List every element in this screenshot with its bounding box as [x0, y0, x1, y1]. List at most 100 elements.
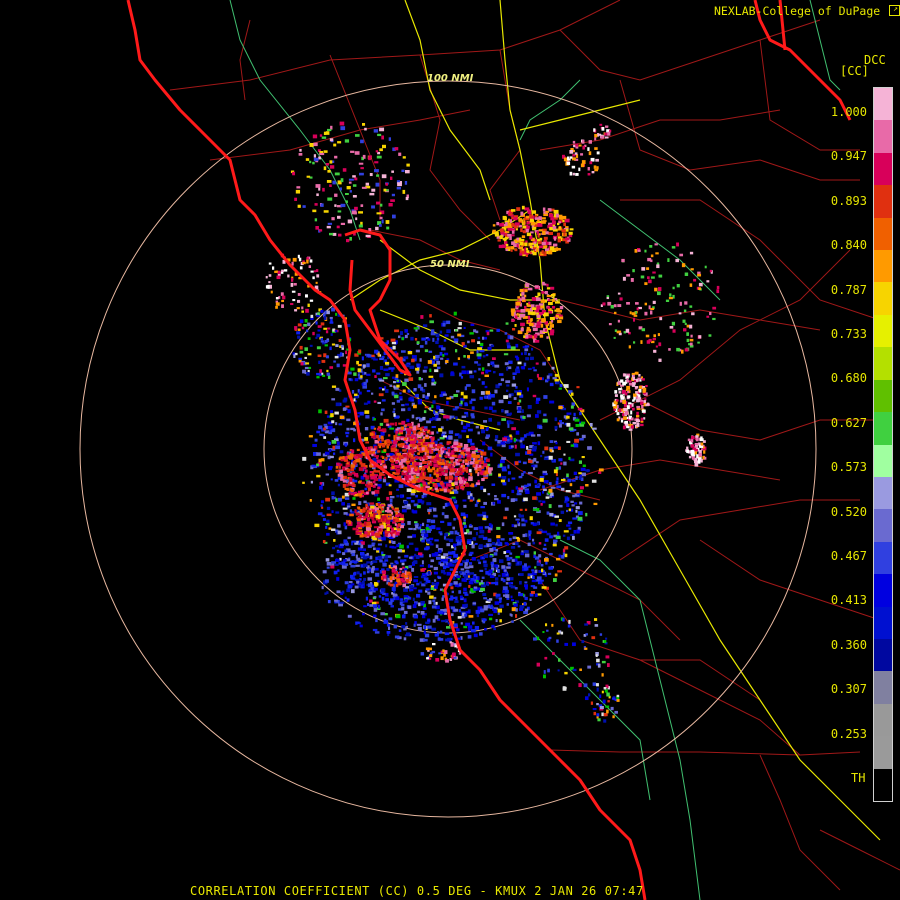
echo-pixel: [487, 538, 492, 543]
echo-pixel: [299, 148, 302, 152]
echo-pixel: [536, 248, 539, 252]
echo-pixel: [333, 360, 336, 363]
echo-pixel: [469, 495, 474, 500]
echo-pixel: [542, 530, 548, 534]
echo-pixel: [556, 557, 561, 561]
echo-pixel: [482, 517, 487, 521]
echo-pixel: [404, 559, 407, 562]
echo-pixel: [684, 322, 687, 326]
echo-pixel: [686, 338, 690, 343]
echo-pixel: [346, 452, 350, 455]
echo-pixel: [527, 576, 530, 579]
echo-pixel: [689, 283, 693, 287]
echo-pixel: [433, 470, 437, 473]
echo-pixel: [358, 211, 364, 214]
echo-pixel: [500, 441, 506, 445]
echo-pixel: [359, 172, 364, 176]
echo-pixel: [458, 321, 462, 326]
credit-label[interactable]: NEXLAB-College of DuPage ↗: [714, 4, 900, 17]
echo-pixel: [396, 494, 400, 498]
echo-pixel: [435, 354, 440, 359]
echo-pixel: [486, 582, 490, 586]
echo-pixel: [470, 442, 475, 446]
echo-pixel: [464, 386, 467, 391]
echo-pixel: [458, 459, 462, 462]
echo-pixel: [483, 608, 488, 611]
echo-pixel: [465, 611, 471, 614]
echo-pixel: [402, 505, 406, 509]
echo-pixel: [627, 395, 631, 399]
echo-pixel: [505, 322, 509, 325]
echo-pixel: [402, 579, 406, 583]
echo-pixel: [620, 419, 624, 423]
echo-pixel: [495, 593, 501, 597]
echo-pixel: [398, 608, 402, 611]
echo-pixel: [532, 538, 535, 542]
echo-pixel: [474, 361, 479, 364]
echo-pixel: [512, 328, 516, 331]
echo-pixel: [502, 579, 506, 583]
echo-pixel: [481, 576, 485, 579]
echo-pixel: [463, 395, 468, 399]
echo-pixel: [516, 313, 519, 316]
echo-pixel: [481, 381, 485, 385]
echo-pixel: [511, 489, 515, 494]
echo-pixel: [441, 347, 446, 351]
echo-pixel: [522, 461, 527, 465]
echo-pixel: [372, 628, 378, 632]
echo-pixel: [498, 244, 503, 249]
echo-pixel: [600, 706, 604, 710]
echo-pixel: [580, 153, 584, 156]
echo-pixel: [358, 501, 362, 505]
echo-pixel: [366, 512, 369, 516]
echo-pixel: [544, 291, 548, 295]
echo-pixel: [398, 429, 404, 433]
echo-pixel: [429, 431, 432, 435]
echo-pixel: [524, 584, 529, 588]
echo-pixel: [375, 532, 380, 537]
echo-pixel: [567, 478, 571, 483]
echo-pixel: [511, 319, 516, 322]
echo-pixel: [514, 587, 518, 590]
echo-pixel: [482, 536, 488, 540]
echo-pixel: [355, 396, 359, 399]
echo-pixel: [399, 396, 403, 399]
echo-pixel: [340, 344, 344, 348]
echo-pixel: [488, 599, 491, 602]
echo-pixel: [312, 444, 317, 448]
echo-pixel: [435, 601, 438, 605]
echo-pixel: [276, 275, 281, 280]
echo-pixel: [416, 472, 420, 477]
echo-pixel: [640, 275, 645, 279]
echo-pixel: [552, 306, 556, 309]
echo-pixel: [460, 421, 464, 425]
echo-pixel: [473, 329, 477, 333]
echo-pixel: [588, 140, 592, 144]
echo-pixel: [636, 400, 640, 403]
echo-pixel: [550, 492, 554, 497]
echo-pixel: [407, 535, 413, 539]
echo-pixel: [335, 312, 338, 316]
echo-pixel: [420, 611, 425, 615]
echo-pixel: [479, 396, 483, 400]
echo-pixel: [689, 251, 694, 255]
echo-pixel: [326, 532, 330, 536]
echo-pixel: [565, 500, 568, 503]
echo-pixel: [314, 218, 318, 222]
echo-pixel: [429, 407, 432, 411]
echo-pixel: [607, 700, 610, 703]
echo-pixel: [366, 390, 371, 393]
echo-pixel: [365, 596, 369, 601]
echo-pixel: [679, 253, 684, 257]
echo-pixel: [542, 281, 545, 286]
echo-pixel: [371, 205, 375, 209]
echo-pixel: [511, 209, 516, 212]
echo-pixel: [524, 596, 528, 601]
echo-pixel: [566, 509, 569, 513]
echo-pixel: [427, 488, 430, 492]
echo-pixel: [394, 147, 399, 151]
echo-pixel: [521, 518, 525, 522]
echo-pixel: [392, 440, 398, 445]
echo-pixel: [499, 619, 502, 623]
echo-pixel: [394, 560, 398, 564]
